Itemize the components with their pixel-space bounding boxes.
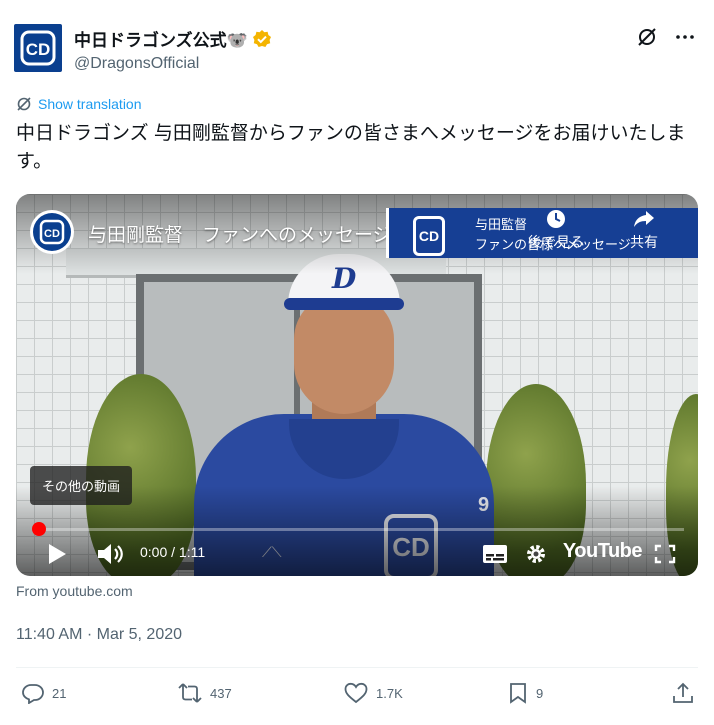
- volume-icon[interactable]: [96, 542, 124, 566]
- more-videos-button[interactable]: その他の動画: [30, 466, 133, 505]
- video-player[interactable]: D CD ⟋⟍ 9 CD 与田剛監督 ファンへのメッセージ CD 与田監督 ファ…: [16, 194, 698, 576]
- banner-logo: CD: [413, 216, 445, 256]
- author-block: 中日ドラゴンズ公式🐨 @DragonsOfficial: [74, 26, 272, 73]
- video-time: 0:00 / 1:11: [140, 544, 206, 560]
- upload-icon: [672, 682, 694, 704]
- display-name[interactable]: 中日ドラゴンズ公式🐨: [74, 26, 248, 51]
- subtitles-icon[interactable]: [482, 544, 508, 564]
- progress-scrubber[interactable]: [32, 522, 46, 536]
- action-bar: 21 437 1.7K 9: [16, 682, 698, 712]
- watch-later-button[interactable]: 後で見る: [516, 208, 596, 252]
- retweet-icon: [178, 682, 202, 704]
- share-button[interactable]: 共有: [604, 208, 684, 252]
- more-options-icon[interactable]: [674, 26, 696, 48]
- grok-icon[interactable]: [636, 26, 658, 48]
- share-arrow-icon: [604, 208, 684, 232]
- channel-logo-icon: CD: [39, 219, 65, 245]
- avatar[interactable]: CD: [14, 24, 62, 72]
- svg-text:CD: CD: [44, 228, 60, 240]
- link-source[interactable]: From youtube.com: [16, 583, 133, 599]
- display-name-row[interactable]: 中日ドラゴンズ公式🐨: [74, 26, 272, 51]
- youtube-logo[interactable]: YouTube: [563, 540, 643, 563]
- video-title[interactable]: 与田剛監督 ファンへのメッセージ: [88, 220, 392, 247]
- header-actions: [636, 26, 696, 48]
- settings-gear-icon[interactable]: [524, 542, 548, 566]
- share-tweet-button[interactable]: [672, 682, 694, 704]
- svg-text:CD: CD: [26, 40, 51, 59]
- tweet-timestamp[interactable]: 11:40 AM · Mar 5, 2020: [16, 626, 182, 644]
- channel-avatar[interactable]: CD: [30, 210, 74, 254]
- share-label: 共有: [630, 234, 658, 250]
- show-translation-link[interactable]: Show translation: [16, 96, 142, 112]
- bookmark-count: 9: [536, 685, 544, 701]
- clock-icon: [516, 208, 596, 232]
- divider: [16, 667, 698, 668]
- reply-icon: [22, 682, 44, 704]
- like-count: 1.7K: [376, 685, 403, 701]
- tweet-header: CD 中日ドラゴンズ公式🐨 @DragonsOfficial: [14, 24, 700, 74]
- watch-later-label: 後で見る: [528, 234, 584, 250]
- progress-bar[interactable]: [38, 528, 684, 531]
- play-icon[interactable]: [46, 542, 68, 566]
- bookmark-icon: [508, 682, 528, 704]
- bookmark-button[interactable]: 9: [508, 682, 543, 704]
- translate-icon: [16, 96, 32, 112]
- retweet-count: 437: [210, 685, 232, 701]
- show-translation-label[interactable]: Show translation: [38, 96, 142, 112]
- user-handle[interactable]: @DragonsOfficial: [74, 55, 272, 73]
- tweet-text: 中日ドラゴンズ 与田剛監督からファンの皆さまへメッセージをお届けいたします。: [16, 123, 686, 172]
- verified-badge-icon: [252, 29, 272, 49]
- heart-icon: [344, 682, 368, 704]
- fullscreen-icon[interactable]: [654, 544, 676, 564]
- reply-button[interactable]: 21: [22, 682, 66, 704]
- like-button[interactable]: 1.7K: [344, 682, 403, 704]
- retweet-button[interactable]: 437: [178, 682, 232, 704]
- reply-count: 21: [52, 685, 67, 701]
- video-controls: 0:00 / 1:11 YouTube: [16, 538, 698, 570]
- dragons-logo-icon: CD: [20, 30, 56, 66]
